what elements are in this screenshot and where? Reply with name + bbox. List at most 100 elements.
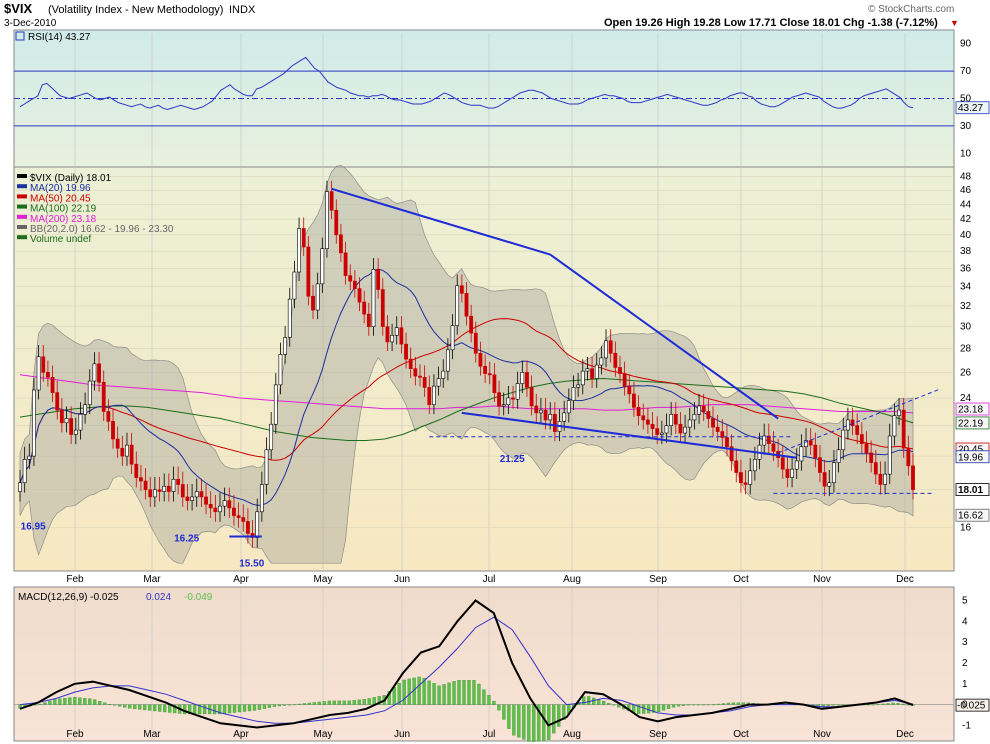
macd-histogram-bar: [113, 704, 117, 706]
candle-body: [339, 234, 343, 254]
candle-body: [650, 423, 655, 429]
macd-legend-item: 0.024: [146, 592, 171, 603]
macd-histogram-bar: [133, 704, 137, 710]
y-tick-label: 46: [960, 185, 972, 196]
macd-histogram-bar: [103, 702, 107, 705]
candle-body: [734, 460, 739, 473]
macd-histogram-bar: [48, 700, 52, 705]
macd-histogram-bar: [477, 683, 481, 705]
candle-body: [115, 438, 120, 449]
x-tick-label: Feb: [66, 729, 84, 740]
candle-body: [55, 392, 60, 411]
candle-body: [106, 411, 111, 422]
candle-body: [701, 405, 706, 412]
candle-body: [529, 387, 534, 407]
candle-body: [152, 489, 157, 498]
candle-body: [636, 407, 641, 416]
candle-body: [50, 376, 55, 393]
candle-body: [334, 209, 339, 236]
candle-body: [664, 425, 669, 434]
macd-histogram-bar: [242, 704, 247, 712]
macd-histogram-bar: [886, 703, 890, 705]
macd-histogram-bar: [901, 703, 905, 705]
macd-histogram-bar: [706, 704, 711, 706]
candle-body: [269, 423, 274, 451]
macd-histogram-bar: [831, 704, 835, 706]
macd-histogram-bar: [63, 697, 67, 705]
macd-histogram-bar: [447, 682, 451, 705]
candle-body: [515, 383, 520, 400]
macd-histogram-bar: [432, 683, 436, 705]
candle-body: [148, 489, 153, 498]
candle-body: [697, 405, 701, 415]
y-tick-label: 5: [962, 595, 968, 606]
candle-body: [739, 472, 743, 484]
candle-body: [511, 397, 515, 400]
x-tick-label: Dec: [896, 729, 914, 740]
candle-body: [111, 421, 115, 440]
y-tick-label: 70: [960, 66, 972, 77]
candle-body: [473, 332, 478, 354]
candle-body: [632, 393, 636, 408]
macd-histogram-bar: [582, 696, 586, 705]
y-tick-label: 42: [960, 214, 972, 225]
candle-body: [492, 374, 497, 393]
macd-histogram-bar: [153, 704, 157, 712]
macd-histogram-bar: [118, 704, 122, 707]
macd-histogram-bar: [267, 704, 272, 708]
macd-histogram-bar: [731, 702, 736, 705]
macd-histogram-bar: [402, 679, 406, 705]
macd-histogram-bar: [372, 697, 376, 705]
candle-body: [790, 468, 794, 478]
y-tick-label: 1: [962, 679, 968, 690]
candle-body: [297, 228, 301, 273]
macd-histogram-bar: [352, 700, 356, 705]
y-tick-label: 34: [960, 282, 972, 293]
candle-body: [278, 354, 283, 386]
y-tick-label: 2: [962, 658, 968, 669]
x-tick-label: Aug: [563, 729, 581, 740]
macd-histogram-bar: [691, 704, 696, 706]
candle-body: [771, 443, 776, 452]
quote-label: Open 19.26 High 19.28 Low 17.71 Close 18…: [604, 17, 938, 29]
macd-histogram-bar: [841, 704, 845, 706]
candle-body: [241, 517, 246, 522]
macd-histogram-bar: [327, 700, 331, 705]
candle-body: [190, 496, 194, 501]
macd-histogram-bar: [492, 700, 496, 705]
candle-body: [562, 412, 567, 422]
candle-body: [659, 432, 664, 435]
candle-body: [218, 505, 222, 513]
candle-body: [850, 419, 855, 426]
candle-body: [892, 415, 897, 437]
x-tick-label: Feb: [66, 574, 84, 585]
candle-body: [432, 385, 436, 405]
macd-histogram-bar: [681, 704, 686, 706]
candle-body: [362, 301, 367, 315]
macd-histogram-bar: [158, 704, 162, 712]
macd-histogram-bar: [517, 704, 521, 738]
candle-body: [799, 446, 804, 462]
price-legend-swatch: [17, 204, 27, 209]
candle-body: [204, 496, 208, 505]
macd-histogram-bar: [138, 704, 142, 710]
candle-body: [911, 465, 915, 490]
candle-body: [580, 370, 585, 386]
y-tick-label: 10: [960, 148, 972, 159]
candle-body: [213, 507, 218, 513]
macd-histogram-bar: [686, 704, 691, 706]
macd-histogram-bar: [896, 703, 900, 705]
candle-body: [478, 352, 483, 367]
macd-histogram-bar: [666, 704, 671, 709]
y-tick-label: -1: [962, 720, 971, 731]
macd-histogram-bar: [881, 703, 885, 705]
candle-body: [441, 370, 446, 379]
y-tick-label: 38: [960, 246, 972, 257]
macd-histogram-bar: [392, 687, 396, 705]
candle-body: [864, 443, 869, 454]
candle-body: [706, 411, 711, 419]
macd-histogram-bar: [826, 704, 830, 706]
candle-body: [208, 503, 213, 509]
macd-histogram-bar: [557, 704, 561, 727]
x-tick-label: Oct: [733, 574, 749, 585]
